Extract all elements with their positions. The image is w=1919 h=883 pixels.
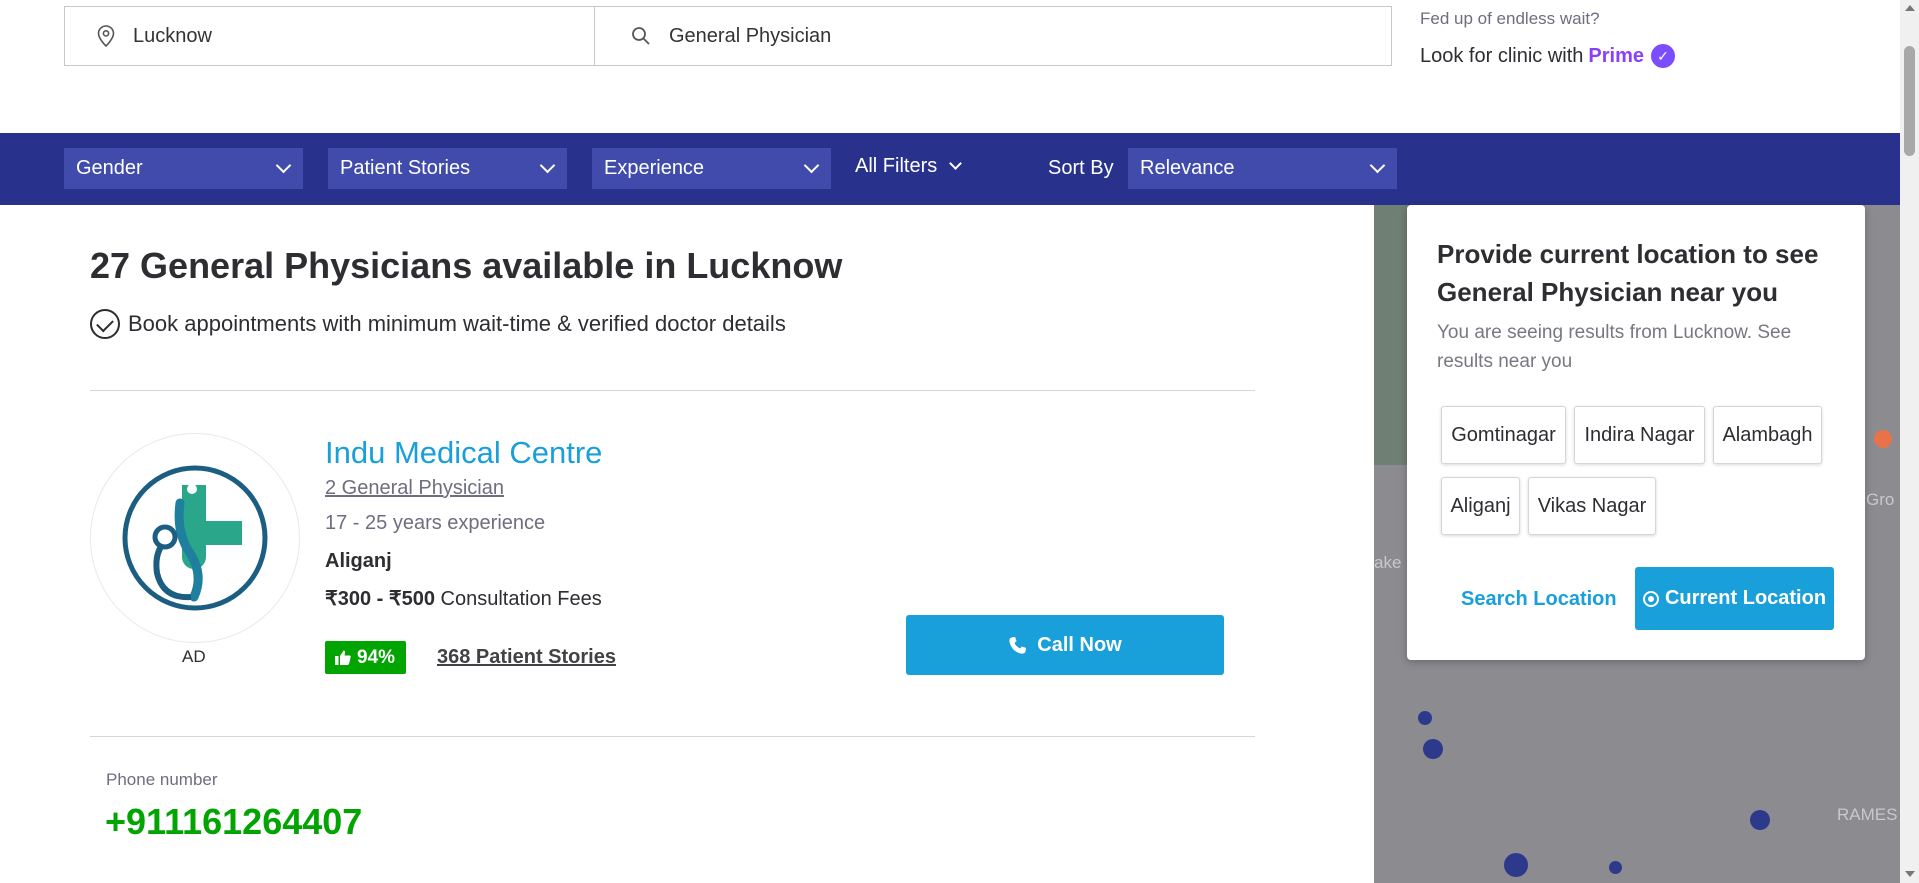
map-label-right: Gro xyxy=(1866,490,1895,509)
results-panel: 27 General Physicians available in Luckn… xyxy=(0,205,1374,883)
target-icon xyxy=(1642,590,1659,607)
map-label-bottom: RAMES xyxy=(1837,805,1898,824)
results-subline: Book appointments with minimum wait-time… xyxy=(90,309,786,339)
wait-question: Fed up of endless wait? xyxy=(1420,9,1600,28)
patient-stories-link[interactable]: 368 Patient Stories xyxy=(437,646,616,669)
chevron-down-icon xyxy=(949,157,963,170)
experience-text: 17 - 25 years experience xyxy=(325,512,546,534)
location-pin-icon xyxy=(97,25,115,47)
clinic-card: AD Indu Medical Centre 2 General Physici… xyxy=(90,428,1255,728)
call-now-button[interactable]: Call Now xyxy=(906,615,1224,675)
locality-chip-indira-nagar[interactable]: Indira Nagar xyxy=(1574,406,1705,464)
gender-filter-label: Gender xyxy=(76,157,143,179)
rating-badge: 94% xyxy=(325,641,407,674)
call-now-label: Call Now xyxy=(1037,633,1122,656)
fee-label: Consultation Fees xyxy=(440,588,602,610)
chevron-down-icon xyxy=(539,157,556,174)
sort-value: Relevance xyxy=(1140,157,1235,179)
rating-value: 94% xyxy=(357,646,396,668)
experience-filter-dropdown[interactable]: Experience xyxy=(592,148,831,189)
patient-stories-filter-label: Patient Stories xyxy=(340,157,471,179)
phone-number-label: Phone number xyxy=(106,770,218,789)
location-input-value: Lucknow xyxy=(133,24,212,47)
all-filters-button[interactable]: All Filters xyxy=(855,155,963,178)
locality-chip-alambagh[interactable]: Alambagh xyxy=(1713,406,1822,464)
map-marker[interactable] xyxy=(1609,861,1622,874)
specialty-search-input[interactable]: General Physician xyxy=(595,7,1391,65)
map-marker[interactable] xyxy=(1423,739,1443,759)
locality-chip-aliganj[interactable]: Aliganj xyxy=(1441,477,1520,535)
all-filters-label: All Filters xyxy=(855,155,938,177)
scroll-up-icon[interactable] xyxy=(1905,5,1915,11)
current-location-label: Current Location xyxy=(1664,587,1827,609)
consultation-fees: ₹300 - ₹500 Consultation Fees xyxy=(325,586,602,611)
experience-filter-label: Experience xyxy=(604,157,705,179)
page-scrollbar[interactable] xyxy=(1900,0,1919,883)
top-bar: Lucknow General Physician Fed up of endl… xyxy=(0,0,1900,133)
fee-amount: ₹300 - ₹500 xyxy=(325,588,435,610)
location-input[interactable]: Lucknow xyxy=(65,7,595,65)
chevron-down-icon xyxy=(1369,157,1386,174)
map-marker[interactable] xyxy=(1504,853,1528,877)
clinic-logo[interactable] xyxy=(90,433,300,643)
prime-verified-icon: ✓ xyxy=(1651,44,1675,68)
results-heading: 27 General Physicians available in Luckn… xyxy=(90,245,843,286)
scrollbar-thumb[interactable] xyxy=(1904,46,1915,156)
results-subline-text: Book appointments with minimum wait-time… xyxy=(128,311,786,336)
phone-number[interactable]: +911161264407 xyxy=(105,801,362,843)
thumbs-up-icon xyxy=(335,650,351,665)
patient-stories-filter-dropdown[interactable]: Patient Stories xyxy=(328,148,567,189)
phone-icon xyxy=(1009,636,1027,654)
locality-chip-vikas-nagar[interactable]: Vikas Nagar xyxy=(1528,477,1656,535)
sort-by-label: Sort By xyxy=(1048,157,1114,179)
chevron-down-icon xyxy=(803,157,820,174)
clinic-name-link[interactable]: Indu Medical Centre xyxy=(325,435,602,471)
map-pin-marker[interactable] xyxy=(1874,430,1892,448)
search-bar: Lucknow General Physician xyxy=(64,6,1392,66)
divider xyxy=(90,736,1255,737)
specialty-input-value: General Physician xyxy=(669,24,832,47)
filter-bar: Gender Patient Stories Experience All Fi… xyxy=(0,133,1900,205)
doctor-count-link[interactable]: 2 General Physician xyxy=(325,477,504,500)
ad-tag: AD xyxy=(182,647,206,666)
search-icon xyxy=(632,27,650,45)
location-popup-subtitle: You are seeing results from Lucknow. See… xyxy=(1437,322,1792,372)
chevron-down-icon xyxy=(275,157,292,174)
gender-filter-dropdown[interactable]: Gender xyxy=(64,148,303,189)
clinic-locality: Aliganj xyxy=(325,550,392,572)
divider xyxy=(90,390,1255,391)
location-popup: Provide current location to see General … xyxy=(1407,205,1865,660)
map-label-left: ake xyxy=(1374,553,1402,572)
map-marker[interactable] xyxy=(1750,810,1770,830)
clinic-logo-icon xyxy=(122,465,268,611)
sort-dropdown[interactable]: Relevance xyxy=(1128,148,1397,189)
locality-chip-gomtinagar[interactable]: Gomtinagar xyxy=(1441,406,1566,464)
verified-check-icon xyxy=(90,309,120,339)
prime-cta-text: Look for clinic with xyxy=(1420,44,1584,67)
prime-clinic-link[interactable]: Look for clinic with Prime ✓ xyxy=(1420,44,1675,68)
map-marker[interactable] xyxy=(1418,711,1432,725)
current-location-button[interactable]: Current Location xyxy=(1635,567,1834,630)
location-popup-title: Provide current location to see General … xyxy=(1437,239,1819,307)
search-location-link[interactable]: Search Location xyxy=(1461,588,1617,611)
scroll-down-icon[interactable] xyxy=(1905,871,1915,877)
prime-label: Prime xyxy=(1588,44,1644,67)
